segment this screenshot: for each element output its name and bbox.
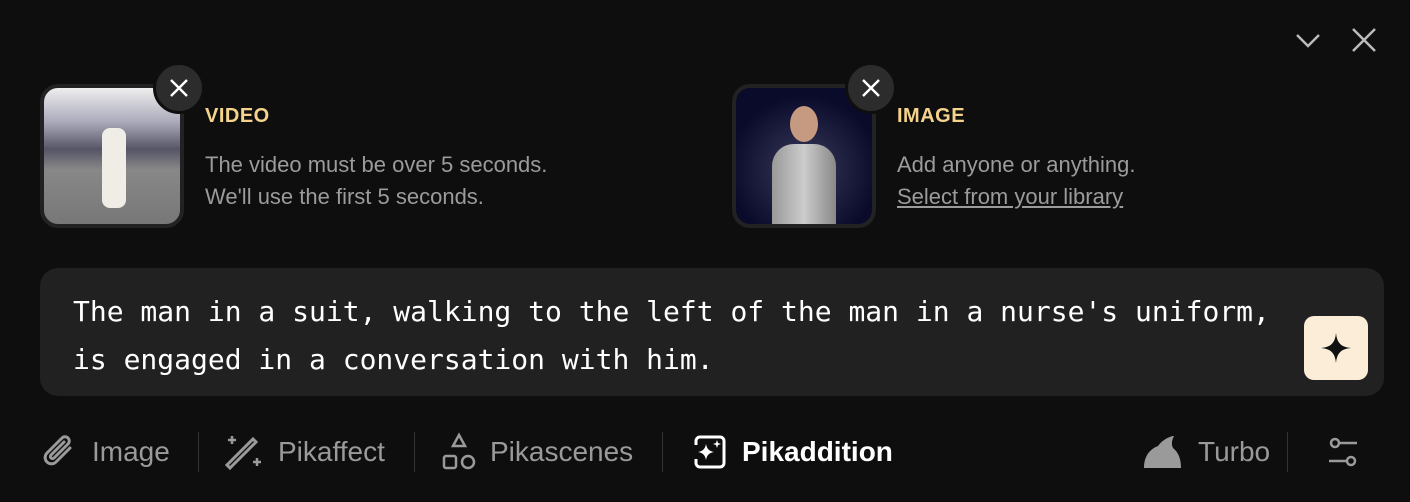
image-label: IMAGE bbox=[897, 105, 966, 127]
pikaddition-tool-label: Pikaddition bbox=[742, 436, 893, 467]
pikaffect-tool-button[interactable]: Pikaffect bbox=[224, 430, 385, 474]
pikaffect-tool-label: Pikaffect bbox=[278, 436, 385, 467]
pikaddition-tool-button[interactable]: Pikaddition bbox=[690, 430, 893, 474]
video-description: The video must be over 5 seconds. We'll … bbox=[205, 149, 547, 213]
divider bbox=[414, 432, 415, 472]
close-icon bbox=[862, 79, 880, 97]
rabbit-icon bbox=[1144, 436, 1181, 468]
head-figure bbox=[790, 106, 818, 142]
video-line-2: We'll use the first 5 seconds. bbox=[205, 184, 484, 209]
video-label: VIDEO bbox=[205, 105, 270, 127]
image-tool-button[interactable]: Image bbox=[42, 430, 170, 474]
image-line-1: Add anyone or anything. bbox=[897, 152, 1136, 177]
pikascenes-tool-label: Pikascenes bbox=[490, 436, 634, 467]
close-button[interactable] bbox=[1348, 24, 1380, 56]
pikaddition-icon bbox=[694, 435, 726, 469]
select-from-library-link[interactable]: Select from your library bbox=[897, 181, 1136, 213]
sliders-icon bbox=[1329, 437, 1357, 467]
sparkle-icon bbox=[1321, 333, 1351, 363]
settings-button[interactable] bbox=[1326, 430, 1360, 474]
paperclip-icon bbox=[43, 435, 72, 466]
magic-wand-icon bbox=[224, 436, 261, 471]
prompt-box[interactable]: The man in a suit, walking to the left o… bbox=[40, 268, 1384, 396]
image-description: Add anyone or anything. Select from your… bbox=[897, 149, 1136, 213]
video-line-1: The video must be over 5 seconds. bbox=[205, 152, 548, 177]
close-icon bbox=[170, 79, 188, 97]
divider bbox=[662, 432, 663, 472]
nurse-figure bbox=[102, 128, 126, 208]
divider bbox=[1287, 432, 1288, 472]
collapse-button[interactable] bbox=[1292, 24, 1324, 56]
prompt-input[interactable]: The man in a suit, walking to the left o… bbox=[73, 288, 1293, 384]
turbo-label: Turbo bbox=[1198, 436, 1271, 467]
generate-button[interactable] bbox=[1304, 316, 1368, 380]
remove-image-button[interactable] bbox=[845, 62, 897, 114]
remove-video-button[interactable] bbox=[153, 62, 205, 114]
divider bbox=[198, 432, 199, 472]
turbo-toggle[interactable]: Turbo bbox=[1140, 430, 1270, 474]
suit-figure bbox=[772, 144, 836, 224]
chevron-down-icon bbox=[1296, 34, 1320, 48]
shapes-icon bbox=[442, 432, 476, 470]
pikascenes-tool-button[interactable]: Pikascenes bbox=[442, 430, 633, 474]
image-tool-label: Image bbox=[92, 436, 170, 467]
close-icon bbox=[1352, 28, 1376, 52]
